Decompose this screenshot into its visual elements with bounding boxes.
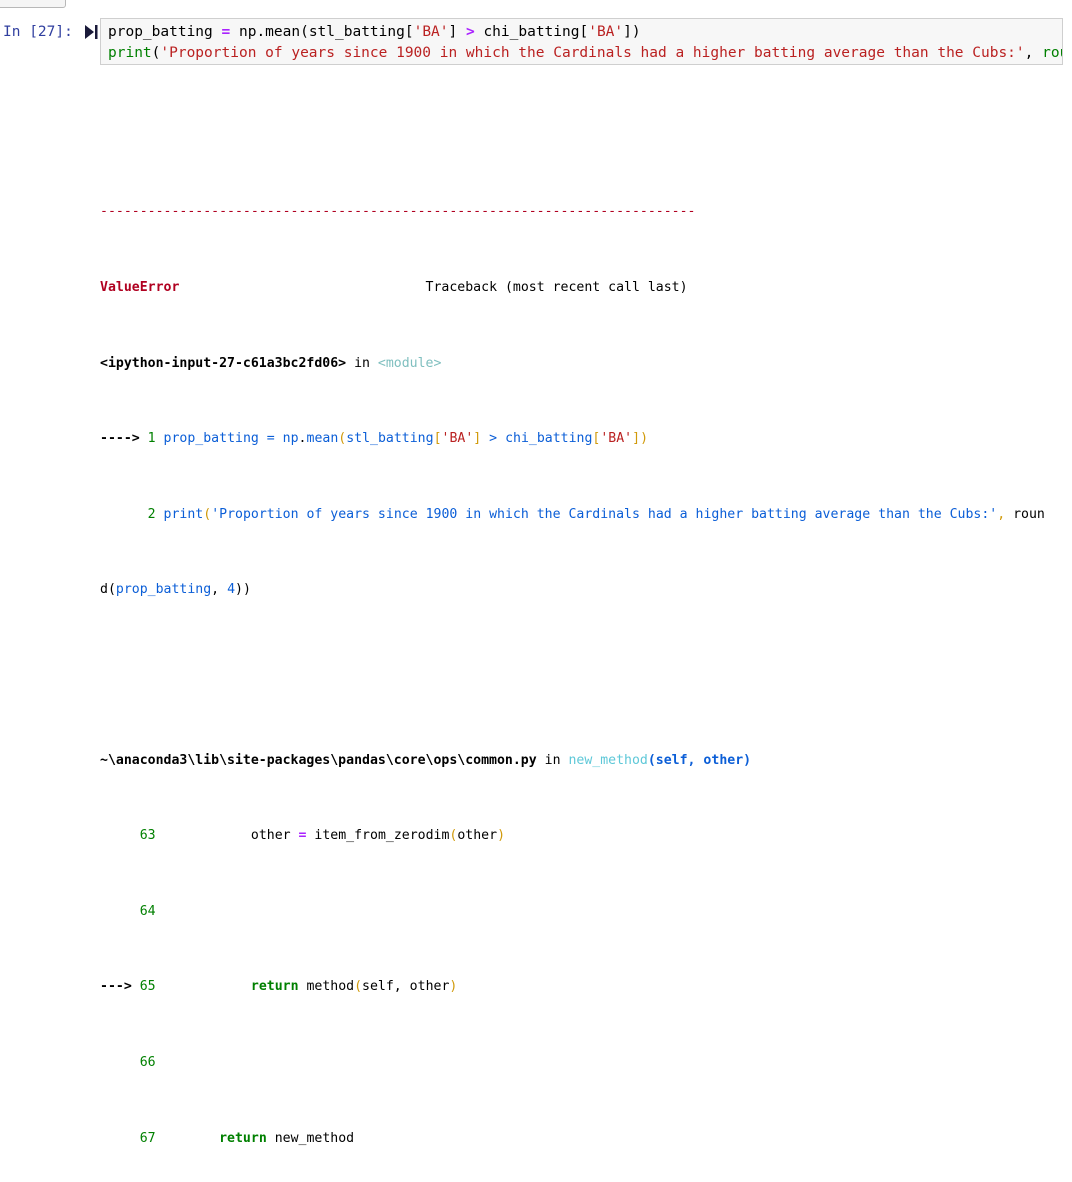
notebook-toolbar-strip (0, 0, 1072, 9)
traceback-frame-path: ~\anaconda3\lib\site-packages\pandas\cor… (100, 752, 1072, 771)
traceback-header-right: Traceback (most recent call last) (425, 279, 688, 295)
notebook-container: In [27]: prop_batting = np.mean(stl_batt… (0, 9, 1072, 1146)
traceback-header: ValueError Traceback (most recent call l… (100, 279, 1072, 298)
frame-args: (self, other) (647, 752, 752, 768)
traceback-code-line: ---> 65 return method(self, other) (100, 979, 458, 995)
toolbar-button[interactable] (0, 0, 66, 8)
input-scope: <module> (377, 355, 442, 371)
code-input-line-2: print('Proportion of years since 1900 in… (108, 44, 1062, 61)
frame-path: ~\anaconda3\lib\site-packages\pandas\cor… (100, 752, 537, 768)
in-word: in (346, 355, 378, 371)
traceback-gap (100, 657, 1072, 676)
in-word: in (536, 752, 569, 768)
code-input-area[interactable]: prop_batting = np.mean(stl_batting['BA']… (100, 18, 1063, 65)
traceback-output: ----------------------------------------… (100, 71, 1072, 1182)
traceback-code-line: 63 other = item_from_zerodim(other) (139, 828, 506, 844)
traceback-separator: ----------------------------------------… (100, 204, 696, 220)
traceback-input-frame-path: <ipython-input-27-c61a3bc2fd06> in <modu… (100, 355, 1072, 374)
traceback-code-line: 66 (139, 1054, 156, 1070)
frame-func: new_method (568, 752, 648, 768)
cell-prompt-label: In [27]: (3, 24, 73, 40)
code-cell[interactable]: In [27]: prop_batting = np.mean(stl_batt… (0, 9, 1072, 71)
input-ref: <ipython-input-27-c61a3bc2fd06> (100, 355, 347, 371)
traceback-code-line: 2 print('Proportion of years since 1900 … (147, 506, 1045, 522)
traceback-code-line: 67 return new_method (139, 1130, 355, 1146)
code-input-line-1: prop_batting = np.mean(stl_batting['BA']… (108, 24, 641, 40)
run-cell-icon[interactable] (84, 24, 98, 40)
output-spacer (100, 128, 1072, 147)
traceback-error-type: ValueError (100, 279, 180, 295)
traceback-code-line: 64 (139, 903, 156, 919)
traceback-code-line: ----> 1 prop_batting = np.mean(stl_batti… (100, 431, 649, 447)
